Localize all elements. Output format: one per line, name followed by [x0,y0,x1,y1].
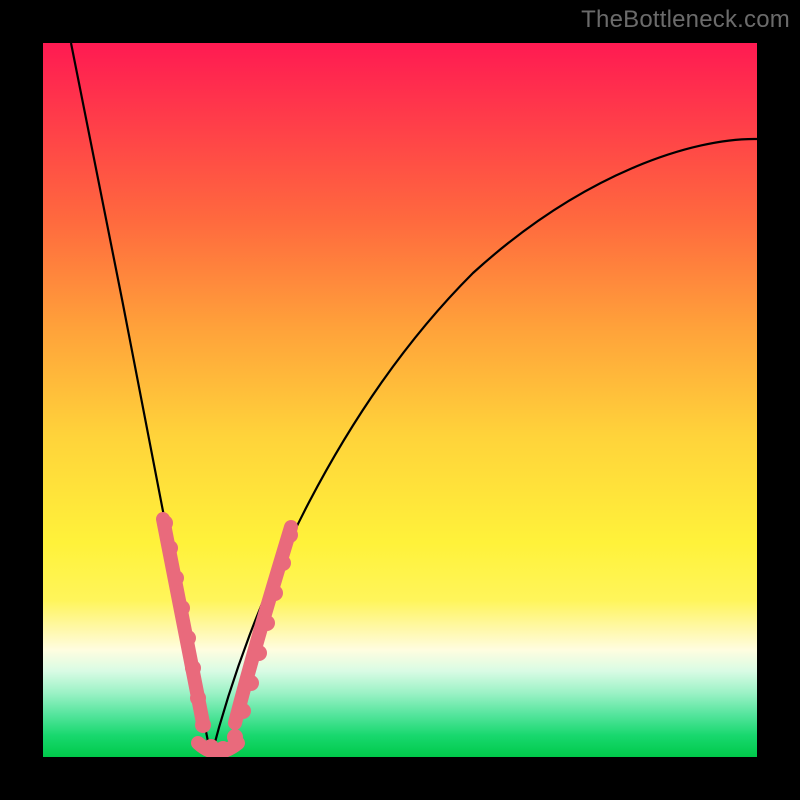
frame-border-bottom [0,757,800,800]
frame-border-left [0,0,43,800]
watermark-text: TheBottleneck.com [581,6,790,34]
frame-border-right [757,0,800,800]
plot-area [43,43,757,757]
chart-frame: TheBottleneck.com [0,0,800,800]
bottleneck-curve [71,43,757,757]
curve-layer [43,43,757,757]
curve-right-branch [211,139,757,757]
